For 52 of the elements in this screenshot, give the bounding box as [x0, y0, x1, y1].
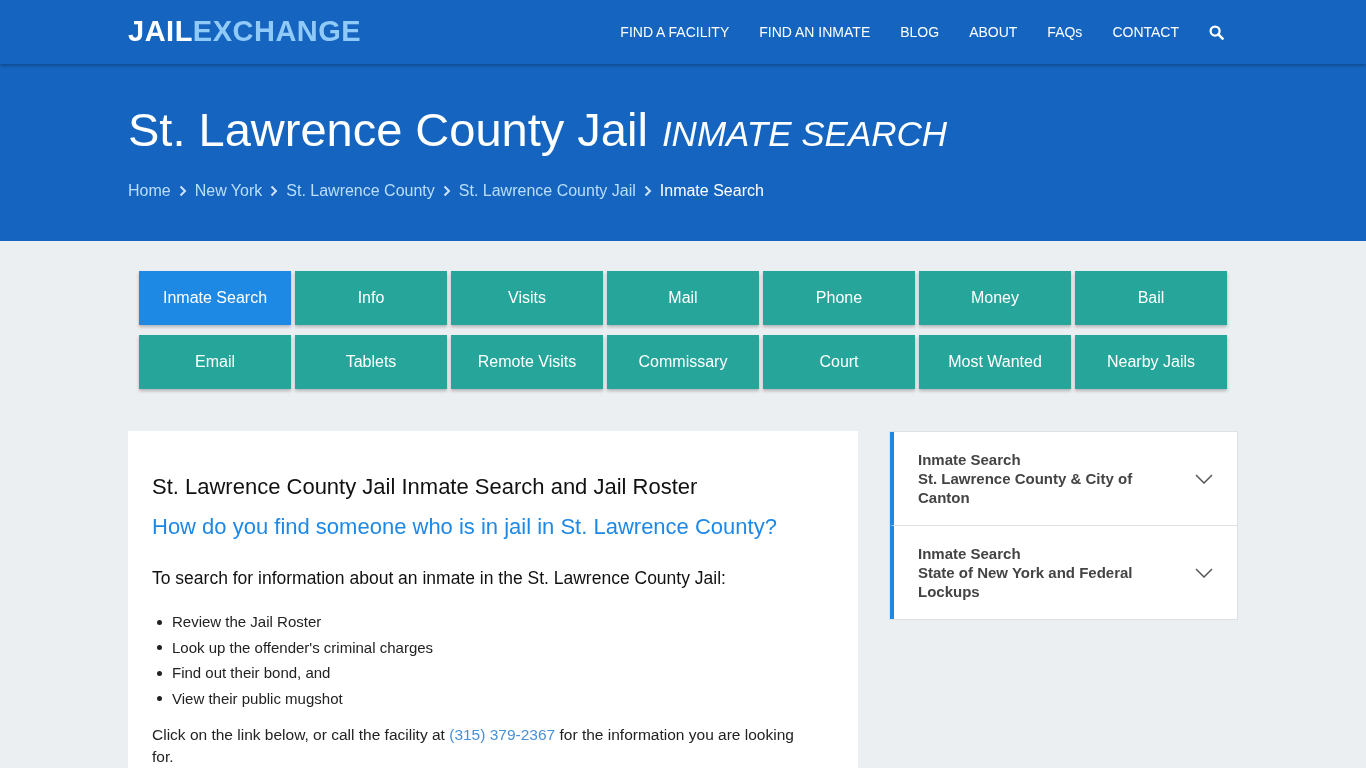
breadcrumb-current[interactable]: Inmate Search	[659, 178, 764, 203]
article-paragraph: Click on the link below, or call the facility at (315) 379-2367 for the information you are looking for.	[152, 725, 795, 768]
nav-tab[interactable]: Most Wanted	[919, 335, 1071, 389]
list-item: View their public mugshot	[172, 688, 343, 709]
nav-link[interactable]: FIND A FACILITY	[620, 21, 730, 43]
nav-tab[interactable]: Nearby Jails	[1075, 335, 1227, 389]
nav-tab[interactable]: Money	[919, 271, 1071, 325]
nav-tab[interactable]: Phone	[763, 271, 915, 325]
chevron-right-icon	[270, 184, 279, 197]
breadcrumb-link[interactable]: St. Lawrence County Jail	[458, 178, 636, 203]
bullet-icon	[157, 645, 162, 650]
breadcrumb-link[interactable]: Home	[128, 178, 171, 203]
nav-tab[interactable]: Bail	[1075, 271, 1227, 325]
nav-link[interactable]: FIND AN INMATE	[759, 21, 871, 43]
accordion-title: Inmate Search	[918, 544, 1022, 563]
nav-tab[interactable]: Inmate Search	[139, 271, 291, 325]
bullet-icon	[157, 670, 162, 676]
article-lead: To search for information about an inmate in the St. Lawrence County Jail:	[152, 567, 727, 590]
accordion-item[interactable]: Inmate Search State of New York and Federal Lockups	[890, 525, 1237, 619]
nav-link[interactable]: CONTACT	[1112, 21, 1179, 43]
nav-tab[interactable]: Email	[139, 335, 291, 389]
nav-tab[interactable]: Mail	[607, 271, 759, 325]
chevron-right-icon	[442, 184, 451, 197]
list-item: Find out their bond, and	[172, 663, 331, 684]
search-icon[interactable]	[1209, 24, 1224, 40]
list-item: Review the Jail Roster	[172, 612, 322, 633]
nav-tab[interactable]: Court	[763, 335, 915, 389]
nav-link[interactable]: BLOG	[900, 21, 940, 43]
breadcrumb-link[interactable]: New York	[194, 178, 263, 203]
accordion-item[interactable]: Inmate Search St. Lawrence County & City of Canton	[890, 432, 1237, 525]
nav-link[interactable]: ABOUT	[969, 21, 1018, 43]
accordion-title: Inmate Search	[918, 450, 1022, 469]
nav-link[interactable]: FAQs	[1047, 21, 1083, 43]
nav-tab[interactable]: Visits	[451, 271, 603, 325]
page-title: St. Lawrence County Jail	[128, 102, 648, 158]
accordion-subtitle: St. Lawrence County & City of Canton	[918, 469, 1134, 507]
bullet-icon	[157, 619, 162, 625]
chevron-right-icon	[178, 184, 187, 197]
list-item: Look up the offender's criminal charges	[172, 637, 434, 658]
breadcrumb-link[interactable]: St. Lawrence County	[286, 178, 435, 203]
chevron-right-icon	[643, 184, 652, 197]
nav-tab[interactable]: Remote Visits	[451, 335, 603, 389]
nav-tab[interactable]: Commissary	[607, 335, 759, 389]
logo[interactable]: JAILEXCHANGE	[128, 10, 362, 54]
page-subtitle: INMATE SEARCH	[661, 113, 948, 155]
accordion-subtitle: State of New York and Federal Lockups	[918, 563, 1134, 601]
phone-link[interactable]: (315) 379-2367	[449, 726, 556, 744]
nav-tab[interactable]: Info	[295, 271, 447, 325]
article-question: How do you find someone who is in jail in St. Lawrence County?	[152, 513, 778, 541]
nav-tab[interactable]: Tablets	[295, 335, 447, 389]
article-heading: St. Lawrence County Jail Inmate Search and Jail Roster	[152, 473, 699, 501]
bullet-icon	[157, 696, 162, 701]
